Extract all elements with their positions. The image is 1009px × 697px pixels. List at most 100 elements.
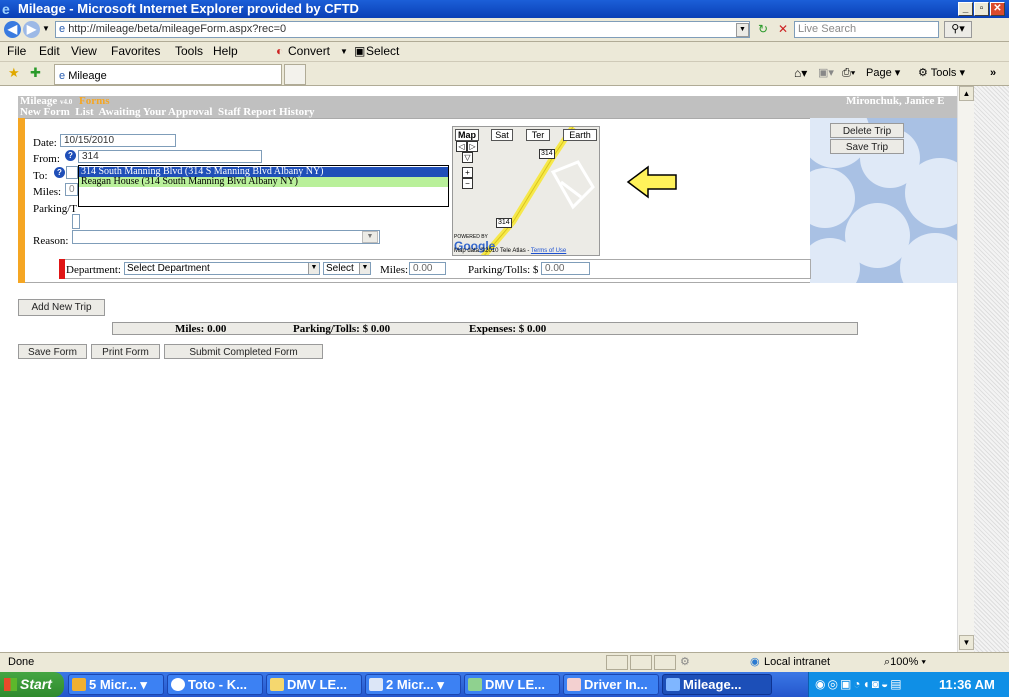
print-form-button[interactable]: Print Form bbox=[91, 344, 160, 359]
pan-right-icon[interactable]: ▷ bbox=[467, 141, 478, 152]
map-tab-sat[interactable]: Sat bbox=[491, 129, 513, 141]
row-parking-input[interactable]: 0.00 bbox=[541, 262, 590, 275]
protected-mode-icon[interactable]: ⚙ bbox=[680, 653, 722, 672]
scroll-down-icon[interactable]: ▼ bbox=[959, 635, 974, 650]
live-search-input[interactable]: Live Search bbox=[794, 21, 939, 38]
menu-tools[interactable]: Tools bbox=[175, 42, 203, 61]
address-dropdown-icon[interactable]: ▼ bbox=[736, 23, 749, 37]
window-title: Mileage - Microsoft Internet Explorer pr… bbox=[18, 1, 359, 16]
taskbar-item-active[interactable]: Mileage... bbox=[662, 674, 772, 695]
menu-edit[interactable]: Edit bbox=[39, 42, 60, 61]
feeds-icon[interactable]: ▣▾ bbox=[818, 62, 834, 84]
map-widget[interactable]: Map Sat Ter Earth ◁ ▷ ▽ + − 314 314 POWE… bbox=[452, 126, 600, 256]
to-input[interactable] bbox=[66, 166, 78, 179]
pan-left-icon[interactable]: ◁ bbox=[456, 141, 467, 152]
tab-mileage[interactable]: e Mileage bbox=[54, 64, 282, 85]
start-button[interactable]: Start bbox=[0, 672, 64, 697]
menu-help[interactable]: Help bbox=[213, 42, 238, 61]
page-menu[interactable]: Page ▾ bbox=[866, 62, 900, 84]
back-button[interactable]: ◀ bbox=[4, 21, 21, 38]
nav-staff-report-history[interactable]: Staff Report History bbox=[218, 106, 315, 118]
favorites-star-icon[interactable]: ★ bbox=[8, 62, 20, 84]
nav-list[interactable]: List bbox=[75, 106, 93, 118]
type-select[interactable]: Select ▼ bbox=[323, 262, 371, 275]
add-new-trip-button[interactable]: Add New Trip bbox=[18, 299, 105, 316]
reason-textarea-top[interactable] bbox=[72, 214, 80, 229]
select-menu[interactable]: Select bbox=[366, 42, 399, 61]
from-input[interactable]: 314 bbox=[78, 150, 262, 163]
map-tab-earth[interactable]: Earth bbox=[563, 129, 597, 141]
to-label: To: bbox=[33, 170, 48, 182]
row-miles-label: Miles: bbox=[380, 264, 409, 276]
refresh-icon[interactable]: ↻ bbox=[755, 22, 771, 38]
add-favorite-icon[interactable]: ✚ bbox=[30, 62, 41, 84]
reason-scroll-icon[interactable]: ▼ bbox=[362, 231, 378, 243]
tab-bar: ★ ✚ e Mileage ⌂▾ ▣▾ ⎙▾ Page ▾ ⚙ Tools ▾ … bbox=[0, 62, 1009, 86]
nav-dropdown-icon[interactable]: ▼ bbox=[42, 24, 50, 33]
status-bar: Done ⚙ ◉ Local intranet ⌕100% ▾ bbox=[0, 652, 1009, 672]
stop-icon[interactable]: ✕ bbox=[775, 22, 791, 38]
ie-taskbar-icon bbox=[666, 678, 680, 691]
taskbar-item[interactable]: Driver In... bbox=[563, 674, 659, 695]
taskbar-item[interactable]: 2 Micr... ▾ bbox=[365, 674, 461, 695]
save-form-button[interactable]: Save Form bbox=[18, 344, 87, 359]
zoom-in-icon[interactable]: + bbox=[462, 167, 473, 178]
miles-label: Miles: bbox=[33, 186, 62, 198]
address-suggestions: 314 South Manning Blvd (314 S Manning Bl… bbox=[78, 165, 449, 207]
to-help-icon[interactable]: ? bbox=[54, 167, 65, 178]
tools-menu[interactable]: ⚙ Tools ▾ bbox=[918, 62, 965, 84]
toolbar-overflow-icon[interactable]: » bbox=[990, 62, 996, 84]
map-tab-ter[interactable]: Ter bbox=[526, 129, 550, 141]
app-nav: New Form List Awaiting Your Approval Sta… bbox=[20, 107, 315, 118]
address-toolbar: ◀ ▶ ▼ e http://mileage/beta/mileageForm.… bbox=[0, 18, 1009, 42]
vertical-scrollbar[interactable]: ▲ ▼ bbox=[957, 86, 974, 652]
maximize-button[interactable]: ▫ bbox=[974, 2, 989, 16]
zoom-out-icon[interactable]: − bbox=[462, 178, 473, 189]
date-label: Date: bbox=[33, 137, 57, 149]
convert-dropdown-icon[interactable]: ▼ bbox=[340, 42, 348, 61]
close-button[interactable]: ✕ bbox=[990, 2, 1005, 16]
address-input[interactable]: e http://mileage/beta/mileageForm.aspx?r… bbox=[55, 21, 750, 38]
page-icon: e bbox=[59, 23, 66, 35]
taskbar-item[interactable]: Toto - K... bbox=[167, 674, 263, 695]
total-parking: Parking/Tolls: $ 0.00 bbox=[293, 323, 391, 335]
status-pane bbox=[654, 655, 676, 670]
nav-awaiting-approval[interactable]: Awaiting Your Approval bbox=[99, 106, 213, 118]
print-icon[interactable]: ⎙▾ bbox=[842, 62, 855, 84]
row-miles-input[interactable]: 0.00 bbox=[409, 262, 446, 275]
minimize-button[interactable]: _ bbox=[958, 2, 973, 16]
search-icon[interactable]: ⚲▾ bbox=[944, 21, 972, 38]
zone-globe-icon: ◉ bbox=[750, 656, 760, 668]
zoom-control[interactable]: ⌕100% ▾ bbox=[884, 653, 926, 672]
from-help-icon[interactable]: ? bbox=[65, 150, 76, 161]
department-select[interactable]: Select Department ▼ bbox=[124, 262, 320, 275]
total-miles: Miles: 0.00 bbox=[175, 323, 227, 335]
tray-icons[interactable]: ◉◎▣◔◖◙◒▤ bbox=[815, 672, 904, 697]
home-icon[interactable]: ⌂▾ bbox=[794, 62, 807, 84]
map-attribution: Map data ©2010 Tele Atlas - Terms of Use bbox=[454, 248, 567, 254]
scroll-up-icon[interactable]: ▲ bbox=[959, 86, 974, 101]
delete-trip-button[interactable]: Delete Trip bbox=[830, 123, 904, 138]
new-tab-button[interactable] bbox=[284, 64, 306, 85]
pointer-arrow-icon bbox=[626, 165, 677, 199]
date-input[interactable]: 10/15/2010 bbox=[60, 134, 176, 147]
required-marker bbox=[59, 259, 65, 279]
pan-down-icon[interactable]: ▽ bbox=[462, 152, 473, 163]
menu-file[interactable]: File bbox=[7, 42, 26, 61]
terms-link[interactable]: Terms of Use bbox=[531, 248, 566, 254]
save-trip-button[interactable]: Save Trip bbox=[830, 139, 904, 154]
taskbar-item[interactable]: DMV LE... bbox=[266, 674, 362, 695]
taskbar-item[interactable]: DMV LE... bbox=[464, 674, 560, 695]
reason-input[interactable] bbox=[72, 230, 380, 244]
word-icon bbox=[369, 678, 383, 691]
nav-new-form[interactable]: New Form bbox=[20, 106, 70, 118]
map-tab-map[interactable]: Map bbox=[455, 129, 479, 141]
forward-button[interactable]: ▶ bbox=[23, 21, 40, 38]
suggestion-item[interactable]: Reagan House (314 South Manning Blvd Alb… bbox=[79, 177, 448, 187]
menu-favorites[interactable]: Favorites bbox=[111, 42, 160, 61]
miles-input[interactable]: 0 bbox=[65, 183, 78, 196]
convert-menu[interactable]: Convert bbox=[288, 42, 330, 61]
taskbar-item[interactable]: 5 Micr... ▾ bbox=[68, 674, 164, 695]
menu-view[interactable]: View bbox=[71, 42, 97, 61]
submit-form-button[interactable]: Submit Completed Form bbox=[164, 344, 323, 359]
